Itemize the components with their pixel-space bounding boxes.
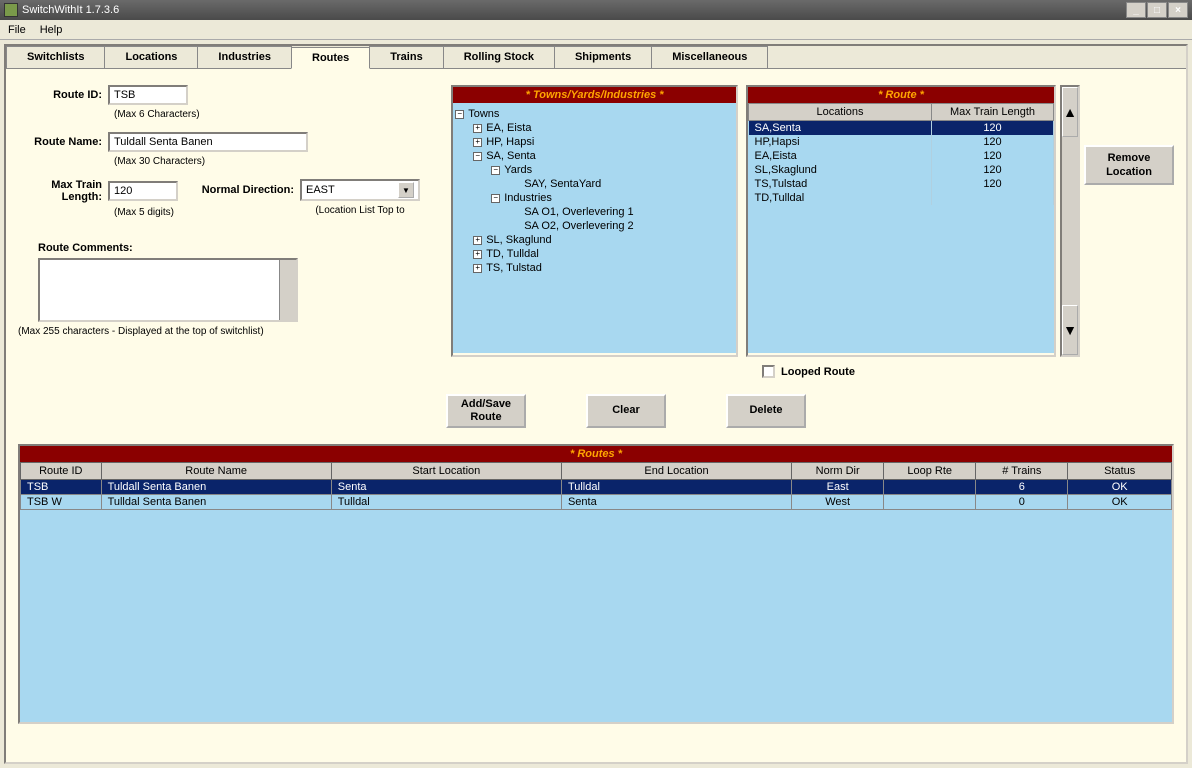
remove-location-button[interactable]: Remove Location [1084, 145, 1174, 185]
comments-hint: (Max 255 characters - Displayed at the t… [18, 326, 443, 337]
max-train-label: Max Train Length: [18, 179, 108, 203]
grid-col: End Location [561, 463, 791, 480]
tree-item[interactable]: −Yards [455, 163, 734, 177]
route-row[interactable]: EA,Eista120 [749, 149, 1054, 163]
grid-col: Route ID [21, 463, 102, 480]
tree-item[interactable]: −Industries [455, 191, 734, 205]
grid-col: Status [1068, 463, 1172, 480]
add-save-route-button[interactable]: Add/Save Route [446, 394, 526, 428]
tab-locations[interactable]: Locations [104, 46, 198, 68]
route-id-hint: (Max 6 Characters) [18, 109, 443, 120]
route-col-maxlen: Max Train Length [932, 104, 1054, 121]
tree-item[interactable]: +HP, Hapsi [455, 135, 734, 149]
maximize-button[interactable]: □ [1147, 2, 1167, 18]
tree-header: * Towns/Yards/Industries * [453, 87, 736, 103]
menubar: File Help [0, 20, 1192, 40]
minus-icon[interactable]: − [473, 152, 482, 161]
normal-dir-dropdown[interactable]: EAST ▼ [300, 179, 420, 201]
app-icon [4, 3, 18, 17]
menu-file[interactable]: File [8, 24, 26, 36]
tab-rolling-stock[interactable]: Rolling Stock [443, 46, 555, 68]
tree-item[interactable]: +TS, Tulstad [455, 261, 734, 275]
minus-icon[interactable]: − [491, 166, 500, 175]
routes-grid-header: * Routes * [20, 446, 1172, 462]
grid-row[interactable]: TSB WTulldal Senta BanenTulldalSentaWest… [21, 495, 1172, 510]
route-panel: * Route * Locations Max Train Length SA,… [746, 85, 1056, 357]
tab-miscellaneous[interactable]: Miscellaneous [651, 46, 768, 68]
minus-icon[interactable]: − [455, 110, 464, 119]
scroll-down-icon[interactable]: ▼ [1062, 305, 1078, 355]
minus-icon[interactable]: − [491, 194, 500, 203]
tree-item[interactable]: +EA, Eista [455, 121, 734, 135]
comments-label: Route Comments: [18, 242, 443, 254]
routes-grid-table[interactable]: Route IDRoute NameStart LocationEnd Loca… [20, 462, 1172, 510]
max-train-hint: (Max 5 digits) [18, 207, 178, 218]
tab-industries[interactable]: Industries [197, 46, 292, 68]
tree-root[interactable]: Towns [468, 108, 499, 120]
tree-item[interactable]: SAY, SentaYard [455, 177, 734, 191]
max-train-input[interactable] [108, 181, 178, 201]
grid-col: Route Name [101, 463, 331, 480]
route-name-input[interactable] [108, 132, 308, 152]
comments-textarea[interactable] [38, 258, 298, 322]
grid-col: Norm Dir [792, 463, 884, 480]
route-col-locations: Locations [749, 104, 932, 121]
routes-grid-panel: * Routes * Route IDRoute NameStart Locat… [18, 444, 1174, 724]
clear-button[interactable]: Clear [586, 394, 666, 428]
minimize-button[interactable]: _ [1126, 2, 1146, 18]
route-row[interactable]: SL,Skaglund120 [749, 163, 1054, 177]
plus-icon[interactable]: + [473, 236, 482, 245]
route-name-label: Route Name: [18, 136, 108, 148]
route-row[interactable]: TS,Tulstad120 [749, 177, 1054, 191]
route-name-hint: (Max 30 Characters) [18, 156, 443, 167]
route-row[interactable]: HP,Hapsi120 [749, 135, 1054, 149]
grid-col: # Trains [976, 463, 1068, 480]
route-id-label: Route ID: [18, 89, 108, 101]
tab-routes[interactable]: Routes [291, 47, 370, 69]
plus-icon[interactable]: + [473, 124, 482, 133]
tree-item[interactable]: SA O1, Overlevering 1 [455, 205, 734, 219]
window-title: SwitchWithIt 1.7.3.6 [22, 4, 119, 16]
tab-shipments[interactable]: Shipments [554, 46, 652, 68]
normal-dir-hint: (Location List Top to [190, 205, 420, 216]
tree-item[interactable]: −SA, Senta [455, 149, 734, 163]
route-row[interactable]: SA,Senta120 [749, 121, 1054, 136]
route-header: * Route * [748, 87, 1054, 103]
plus-icon[interactable]: + [473, 264, 482, 273]
scroll-up-icon[interactable]: ▲ [1062, 87, 1078, 137]
tab-switchlists[interactable]: Switchlists [6, 46, 105, 68]
chevron-down-icon: ▼ [398, 182, 414, 198]
grid-col: Loop Rte [884, 463, 976, 480]
menu-help[interactable]: Help [40, 24, 63, 36]
delete-button[interactable]: Delete [726, 394, 806, 428]
tree-item[interactable]: SA O2, Overlevering 2 [455, 219, 734, 233]
route-id-input[interactable] [108, 85, 188, 105]
looped-route-checkbox[interactable] [762, 365, 775, 378]
tree-item[interactable]: +TD, Tulldal [455, 247, 734, 261]
grid-col: Start Location [331, 463, 561, 480]
tab-trains[interactable]: Trains [369, 46, 443, 68]
normal-dir-label: Normal Direction: [190, 184, 300, 196]
tab-bar: SwitchlistsLocationsIndustriesRoutesTrai… [6, 46, 1186, 69]
plus-icon[interactable]: + [473, 250, 482, 259]
tree-item[interactable]: +SL, Skaglund [455, 233, 734, 247]
tree-content[interactable]: −Towns+EA, Eista+HP, Hapsi−SA, Senta−Yar… [453, 103, 736, 353]
route-row[interactable]: TD,Tulldal [749, 191, 1054, 205]
route-table[interactable]: Locations Max Train Length SA,Senta120HP… [748, 103, 1054, 205]
grid-row[interactable]: TSBTuldall Senta BanenSentaTulldalEast6O… [21, 480, 1172, 495]
titlebar: SwitchWithIt 1.7.3.6 _ □ × [0, 0, 1192, 20]
close-button[interactable]: × [1168, 2, 1188, 18]
plus-icon[interactable]: + [473, 138, 482, 147]
towns-tree-panel: * Towns/Yards/Industries * −Towns+EA, Ei… [451, 85, 738, 357]
route-scrollbar[interactable]: ▲ ▼ [1060, 85, 1080, 357]
looped-route-label: Looped Route [781, 366, 855, 378]
